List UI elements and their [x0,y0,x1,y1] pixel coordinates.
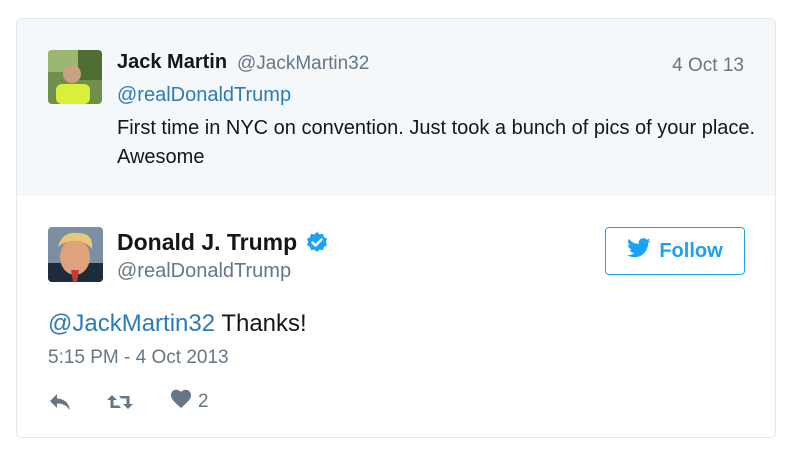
follow-button[interactable]: Follow [605,227,745,275]
main-tweet-text: @JackMartin32 Thanks! [48,310,307,338]
tweet-timestamp[interactable]: 5:15 PM - 4 Oct 2013 [48,347,229,369]
twitter-bird-icon [627,238,651,264]
parent-author-avatar[interactable] [48,50,102,104]
main-tweet-body: Thanks! [215,310,307,337]
main-author-handle[interactable]: @realDonaldTrump [117,260,291,283]
heart-icon [170,389,192,414]
like-count: 2 [198,390,209,412]
main-mention-link[interactable]: @JackMartin32 [48,310,215,337]
reply-icon[interactable] [48,392,106,412]
parent-tweet-text: First time in NYC on convention. Just to… [117,117,756,168]
parent-author-name[interactable]: Jack Martin [117,51,227,74]
verified-badge-icon [305,231,329,255]
parent-mention-link[interactable]: @realDonaldTrump [117,84,291,107]
parent-tweet[interactable]: Jack Martin @JackMartin32 4 Oct 13 @real… [17,19,775,196]
main-author-name[interactable]: Donald J. Trump [117,229,297,256]
retweet-icon[interactable] [106,392,170,412]
like-action[interactable]: 2 [170,389,209,414]
follow-button-label: Follow [659,239,723,262]
main-author-avatar[interactable] [48,227,103,282]
tweet-actions: 2 [48,389,209,414]
parent-tweet-date[interactable]: 4 Oct 13 [672,55,744,77]
parent-author-handle[interactable]: @JackMartin32 [237,53,369,75]
main-author-name-row: Donald J. Trump [117,229,329,256]
embedded-tweet-card: Jack Martin @JackMartin32 4 Oct 13 @real… [16,18,776,438]
